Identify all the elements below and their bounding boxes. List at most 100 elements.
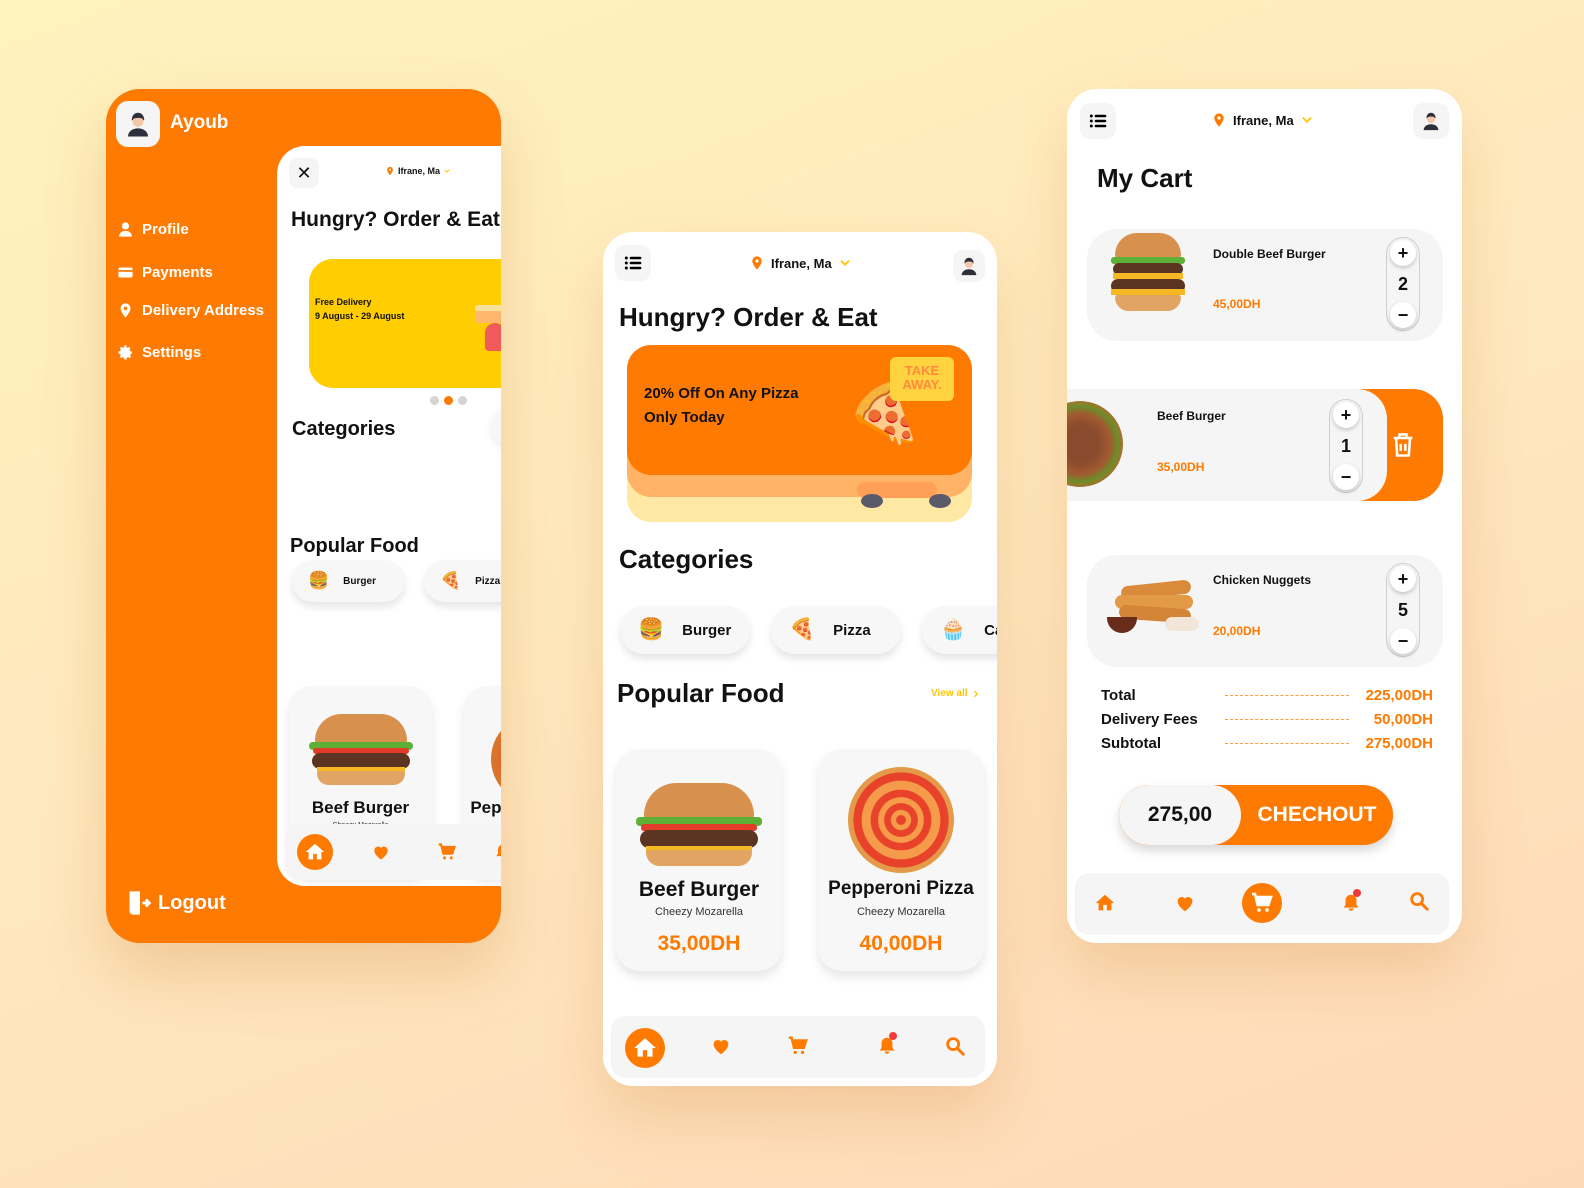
close-button[interactable]: ✕ <box>289 158 319 188</box>
nav-notifications[interactable] <box>491 840 501 864</box>
menu-item-label: Payments <box>142 264 213 281</box>
location-selector[interactable]: Ifrane, Ma <box>1211 111 1314 129</box>
increment-button[interactable]: + <box>1333 402 1359 428</box>
promo-banner[interactable]: Free Delivery 9 August - 29 August <box>309 259 501 388</box>
summary-label: Subtotal <box>1101 735 1161 752</box>
category-chip-burger[interactable]: 🍔 Burger <box>292 560 405 602</box>
location-label: Ifrane, Ma <box>398 166 441 176</box>
trash-icon <box>1389 431 1417 459</box>
page-title: Hungry? Order & Eat <box>619 302 878 332</box>
pizza-icon: 🍕 <box>440 571 462 590</box>
dashed-divider <box>1225 743 1349 744</box>
nav-home[interactable] <box>1093 891 1117 915</box>
profile-button[interactable] <box>953 250 985 282</box>
home-phone: Ifrane, Ma Hungry? Order & Eat 20% Off O… <box>603 232 997 1086</box>
category-chip-burger[interactable]: 🍔 Burger <box>620 606 750 654</box>
cart-item-name: Beef Burger <box>1157 409 1226 423</box>
menu-item-profile[interactable]: Profile <box>117 221 189 238</box>
menu-button[interactable] <box>1080 103 1116 139</box>
profile-button[interactable] <box>1413 103 1449 139</box>
menu-item-delivery-address[interactable]: Delivery Address <box>117 302 264 319</box>
burger-icon: 🍔 <box>638 618 665 641</box>
cart-icon <box>1250 891 1274 915</box>
home-icon <box>304 841 326 863</box>
nav-search[interactable] <box>943 1034 967 1058</box>
category-chip-cake[interactable]: 🧁 Cake <box>922 606 997 654</box>
burger-image <box>289 686 432 798</box>
category-label: Burger <box>682 621 732 639</box>
cart-icon <box>787 1035 809 1057</box>
promo-banner[interactable]: 20% Off On Any Pizza Only Today 🍕 TAKE A… <box>627 345 972 475</box>
category-label: Burger <box>343 575 376 587</box>
category-chip-pizza[interactable]: 🍕 Pizza <box>424 560 501 602</box>
checkout-button[interactable]: 275,00 CHECHOUT <box>1119 785 1393 845</box>
credit-card-icon <box>117 264 134 281</box>
cart-item-name: Double Beef Burger <box>1213 247 1326 261</box>
nav-favorites[interactable] <box>709 1034 733 1058</box>
carousel-dot-active[interactable] <box>444 396 453 405</box>
cart-item[interactable]: Beef Burger 35,00DH + 1 − <box>1067 389 1387 501</box>
categories-heading: Categories <box>619 544 754 574</box>
summary-row-total: Total 225,00DH <box>1101 687 1433 704</box>
menu-item-settings[interactable]: Settings <box>117 344 201 361</box>
logout-button[interactable]: Logout <box>126 889 226 917</box>
bell-icon <box>493 842 501 862</box>
nav-cart[interactable] <box>435 840 459 864</box>
list-icon <box>623 253 643 273</box>
profile-button[interactable] <box>491 406 501 446</box>
food-card[interactable]: Pepperoni Pizza Cheezy Mozarella 40,00DH <box>818 749 984 971</box>
menu-item-label: Settings <box>142 344 202 361</box>
carousel-dot[interactable] <box>458 396 467 405</box>
quantity-stepper: + 5 − <box>1386 563 1420 657</box>
nav-favorites[interactable] <box>1173 891 1197 915</box>
menu-item-payments[interactable]: Payments <box>117 264 213 281</box>
menu-button[interactable] <box>615 245 651 281</box>
carousel-dot[interactable] <box>430 396 439 405</box>
user-name: Ayoub <box>170 112 229 133</box>
categories-heading: Categories <box>292 418 396 440</box>
page-title: My Cart <box>1097 163 1193 193</box>
menu-item-label: Profile <box>142 221 189 238</box>
bottom-nav <box>285 824 501 880</box>
heart-icon <box>371 842 391 862</box>
food-description: Cheezy Mozarella <box>654 906 744 918</box>
decrement-button[interactable]: − <box>1390 302 1416 328</box>
location-selector[interactable]: Ifrane, Ma <box>749 254 852 272</box>
category-chip-pizza[interactable]: 🍕 Pizza <box>771 606 901 654</box>
nav-cart[interactable] <box>786 1034 810 1058</box>
nav-notifications[interactable] <box>875 1032 899 1058</box>
checkout-amount: 275,00 <box>1119 785 1241 845</box>
summary-label: Total <box>1101 687 1136 704</box>
increment-button[interactable]: + <box>1390 240 1416 266</box>
nav-search[interactable] <box>1407 889 1431 913</box>
cart-item[interactable]: Double Beef Burger 45,00DH + 2 − <box>1087 229 1443 341</box>
nav-notifications[interactable] <box>1339 889 1363 915</box>
quantity-stepper: + 1 − <box>1329 399 1363 493</box>
location-selector[interactable]: Ifrane, Ma <box>385 166 451 176</box>
summary-row-subtotal: Subtotal 275,00DH <box>1101 735 1433 752</box>
decrement-button[interactable]: − <box>1333 464 1359 490</box>
banner-dates: 9 August - 29 August <box>315 311 405 321</box>
food-card[interactable]: Beef Burger Cheezy Mozarella 35,00DH <box>616 749 782 971</box>
cart-item-price: 45,00DH <box>1213 297 1261 311</box>
nav-home[interactable] <box>625 1028 665 1068</box>
summary-value: 275,00DH <box>1365 735 1433 752</box>
food-name: Beef Burger <box>311 798 410 817</box>
home-icon <box>632 1035 658 1061</box>
banner-title: 20% Off On Any Pizza <box>644 385 799 402</box>
nav-favorites[interactable] <box>369 840 393 864</box>
nav-cart[interactable] <box>1242 883 1282 923</box>
scooter-icon <box>857 482 951 510</box>
user-avatar-icon <box>958 255 980 277</box>
list-icon <box>1088 111 1108 131</box>
nav-home[interactable] <box>297 834 333 870</box>
user-avatar[interactable] <box>116 101 160 147</box>
cart-item[interactable]: Chicken Nuggets 20,00DH + 5 − <box>1087 555 1443 667</box>
logout-icon <box>126 889 154 917</box>
increment-button[interactable]: + <box>1390 566 1416 592</box>
view-all-link[interactable]: View all <box>931 688 981 699</box>
cart-item-name: Chicken Nuggets <box>1213 573 1312 587</box>
heart-icon <box>1174 892 1196 914</box>
decrement-button[interactable]: − <box>1390 628 1416 654</box>
pizza-icon: 🍕 <box>789 618 816 641</box>
